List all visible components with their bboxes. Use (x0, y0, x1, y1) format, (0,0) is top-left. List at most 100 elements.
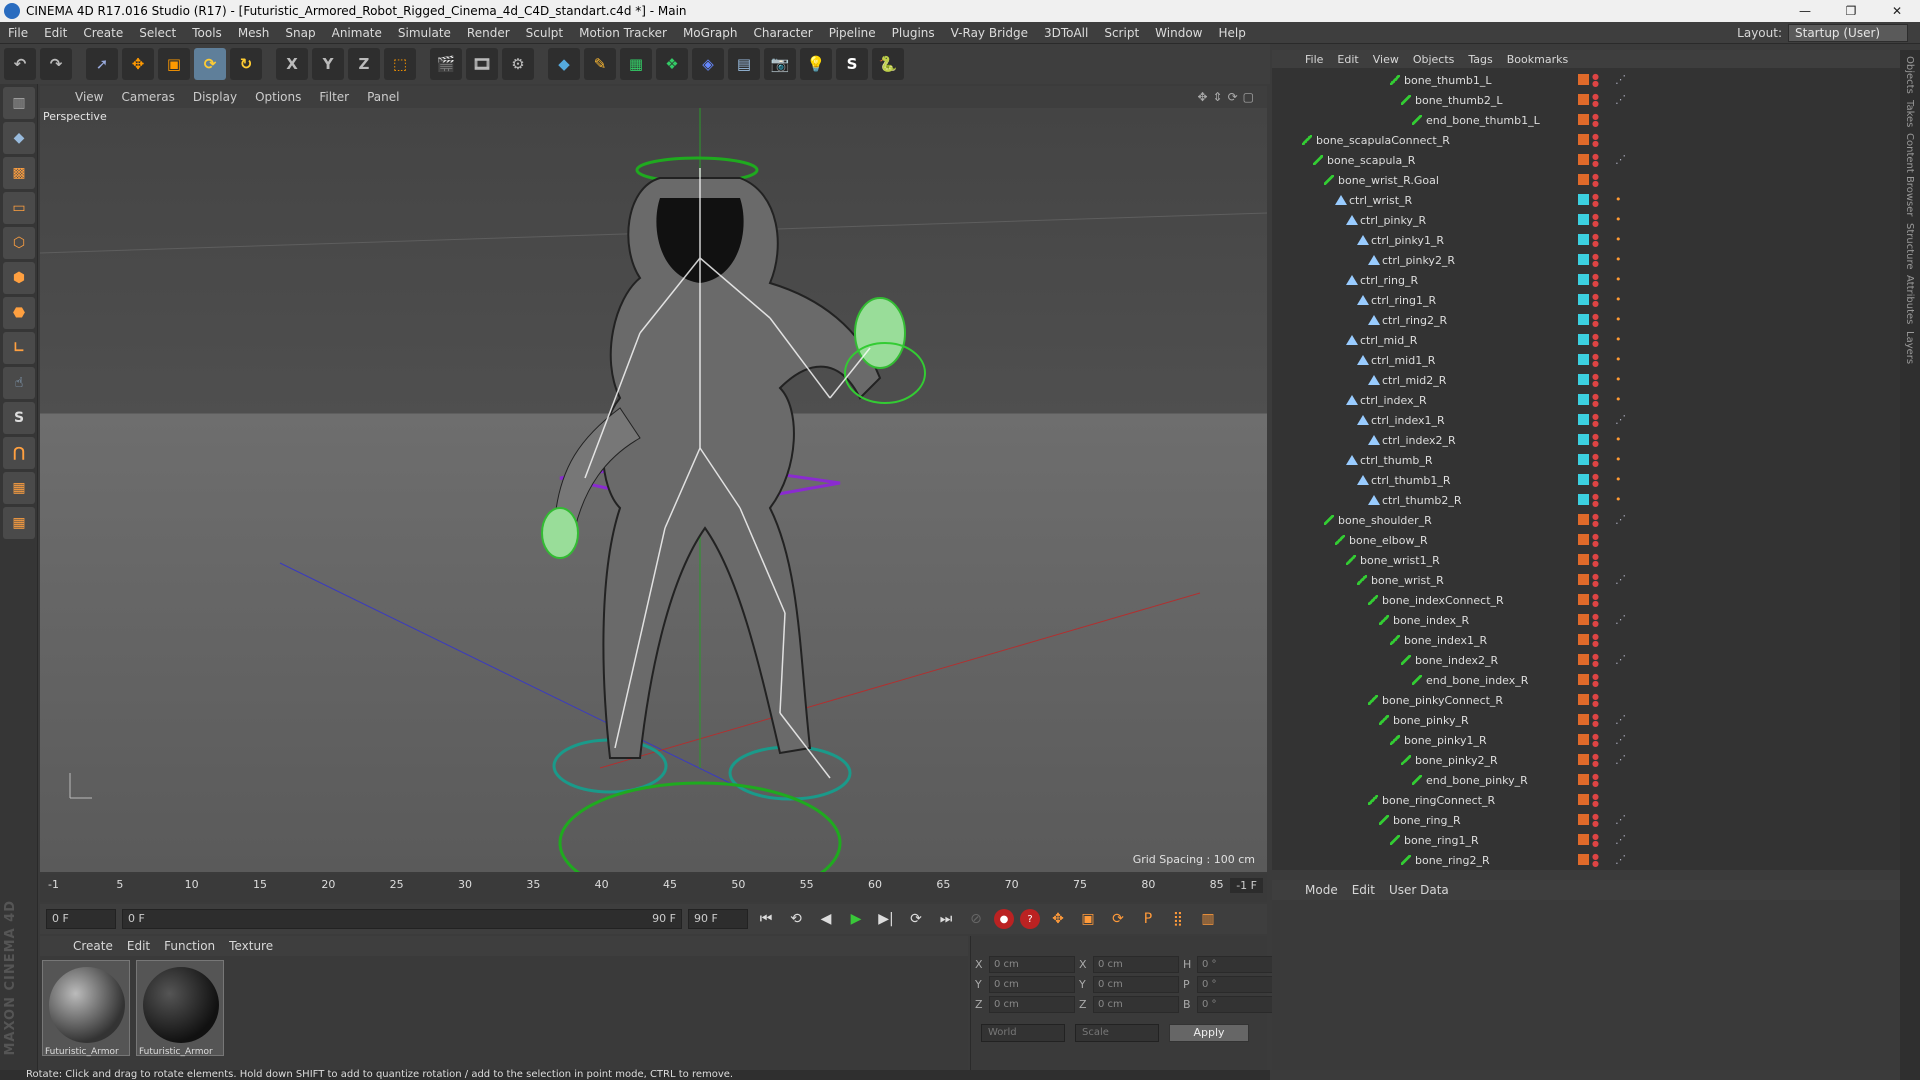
visibility-dots[interactable]: ● ● (1592, 433, 1599, 448)
layer-color-swatch[interactable] (1578, 754, 1589, 765)
object-row[interactable]: bone_scapula_R ● ● ⋰ (1272, 150, 1892, 170)
ik-tag-icon[interactable]: ⋰ (1615, 573, 1626, 586)
visibility-dots[interactable]: ● ● (1592, 573, 1599, 588)
tab-objects[interactable]: Objects (1904, 56, 1915, 94)
ik-tag-icon[interactable]: ⋰ (1615, 813, 1626, 826)
visibility-dots[interactable]: ● ● (1592, 193, 1599, 208)
layer-color-swatch[interactable] (1578, 574, 1589, 585)
constraint-tag-icon[interactable]: • (1615, 293, 1622, 306)
visibility-dots[interactable]: ● ● (1592, 213, 1599, 228)
texture-mode-icon[interactable]: ▩ (3, 157, 35, 189)
attribute-menu-mode[interactable]: Mode (1298, 883, 1345, 897)
object-row[interactable]: ctrl_ring2_R ● ● • (1272, 310, 1892, 330)
layer-color-swatch[interactable] (1578, 814, 1589, 825)
object-row[interactable]: bone_pinky1_R ● ● ⋰ (1272, 730, 1892, 750)
move-icon[interactable]: ✥ (122, 48, 154, 80)
current-frame-field[interactable]: -1 F (1230, 878, 1263, 893)
visibility-dots[interactable]: ● ● (1592, 373, 1599, 388)
object-row[interactable]: bone_ring_R ● ● ⋰ (1272, 810, 1892, 830)
key-rotation-icon[interactable]: ⟳ (1106, 907, 1130, 931)
floor-scene-icon[interactable]: ▤ (728, 48, 760, 80)
select-arrow-icon[interactable]: ➚ (86, 48, 118, 80)
ik-tag-icon[interactable]: ⋰ (1615, 753, 1626, 766)
render-settings-icon[interactable]: ⚙ (502, 48, 534, 80)
minimize-button[interactable]: — (1782, 0, 1828, 22)
perspective-scene[interactable]: Perspective Grid Spacing : 100 cm (40, 108, 1267, 872)
object-row[interactable]: ctrl_pinky2_R ● ● • (1272, 250, 1892, 270)
object-menu-view[interactable]: View (1366, 53, 1406, 66)
layer-color-swatch[interactable] (1578, 414, 1589, 425)
axis-mode-icon[interactable]: ∟ (3, 332, 35, 364)
rotation-value-field[interactable]: 0 ° (1197, 956, 1283, 973)
layer-color-swatch[interactable] (1578, 454, 1589, 465)
layer-color-swatch[interactable] (1578, 174, 1589, 185)
menu-edit[interactable]: Edit (36, 26, 75, 40)
object-row[interactable]: bone_index_R ● ● ⋰ (1272, 610, 1892, 630)
coordinate-system-icon[interactable]: ⬚ (384, 48, 416, 80)
material-menu-texture[interactable]: Texture (222, 939, 280, 953)
ik-tag-icon[interactable]: ⋰ (1615, 713, 1626, 726)
play-forwards-icon[interactable]: ▶ (844, 907, 868, 931)
menu-file[interactable]: File (0, 26, 36, 40)
points-mode-icon[interactable]: ⬡ (3, 227, 35, 259)
visibility-dots[interactable]: ● ● (1592, 313, 1599, 328)
ik-tag-icon[interactable]: ⋰ (1615, 853, 1626, 866)
menu-pipeline[interactable]: Pipeline (821, 26, 884, 40)
visibility-dots[interactable]: ● ● (1592, 333, 1599, 348)
visibility-dots[interactable]: ● ● (1592, 713, 1599, 728)
visibility-dots[interactable]: ● ● (1592, 553, 1599, 568)
menu-sculpt[interactable]: Sculpt (518, 26, 571, 40)
ik-tag-icon[interactable]: ⋰ (1615, 733, 1626, 746)
object-tree[interactable]: bone_thumb1_L ● ● ⋰ bone_thumb2_L ● ● ⋰ end_bo… (1272, 70, 1892, 870)
menu-mograph[interactable]: MoGraph (675, 26, 746, 40)
y-axis-lock-icon[interactable]: Y (312, 48, 344, 80)
layer-color-swatch[interactable] (1578, 374, 1589, 385)
z-axis-lock-icon[interactable]: Z (348, 48, 380, 80)
material-swatch[interactable]: Futuristic_Armor (42, 960, 130, 1057)
edges-mode-icon[interactable]: ⬢ (3, 262, 35, 294)
menu-snap[interactable]: Snap (277, 26, 323, 40)
visibility-dots[interactable]: ● ● (1592, 753, 1599, 768)
layer-color-swatch[interactable] (1578, 294, 1589, 305)
ik-tag-icon[interactable]: ⋰ (1615, 513, 1626, 526)
menu-simulate[interactable]: Simulate (390, 26, 459, 40)
attribute-menu-user-data[interactable]: User Data (1382, 883, 1456, 897)
rotation-value-field[interactable]: 0 ° (1197, 996, 1283, 1013)
layer-color-swatch[interactable] (1578, 154, 1589, 165)
object-row[interactable]: bone_wrist_R ● ● ⋰ (1272, 570, 1892, 590)
ik-tag-icon[interactable]: ⋰ (1615, 653, 1626, 666)
constraint-tag-icon[interactable]: • (1615, 373, 1622, 386)
visibility-dots[interactable]: ● ● (1592, 513, 1599, 528)
material-menu-function[interactable]: Function (157, 939, 222, 953)
layer-color-swatch[interactable] (1578, 94, 1589, 105)
key-parameter-icon[interactable]: P (1136, 907, 1160, 931)
keyframe-selection-icon[interactable]: ? (1020, 909, 1040, 929)
object-row[interactable]: ctrl_pinky1_R ● ● • (1272, 230, 1892, 250)
menu-plugins[interactable]: Plugins (884, 26, 943, 40)
cloner-icon[interactable]: ❖ (656, 48, 688, 80)
render-picture-viewer-icon[interactable]: 🎞 (466, 48, 498, 80)
menu-create[interactable]: Create (75, 26, 131, 40)
layer-color-swatch[interactable] (1578, 394, 1589, 405)
object-row[interactable]: bone_wrist1_R ● ● (1272, 550, 1892, 570)
layer-color-swatch[interactable] (1578, 734, 1589, 745)
visibility-dots[interactable]: ● ● (1592, 273, 1599, 288)
size-value-field[interactable]: 0 cm (1093, 956, 1179, 973)
apply-button[interactable]: Apply (1169, 1024, 1249, 1042)
menu-motion-tracker[interactable]: Motion Tracker (571, 26, 675, 40)
menu-v-ray-bridge[interactable]: V-Ray Bridge (943, 26, 1036, 40)
object-row[interactable]: bone_pinkyConnect_R ● ● (1272, 690, 1892, 710)
visibility-dots[interactable]: ● ● (1592, 93, 1599, 108)
material-menu-edit[interactable]: Edit (120, 939, 157, 953)
layer-color-swatch[interactable] (1578, 674, 1589, 685)
magnet-icon[interactable]: ⋂ (3, 437, 35, 469)
object-row[interactable]: bone_pinky_R ● ● ⋰ (1272, 710, 1892, 730)
autokey-icon[interactable]: ● (994, 909, 1014, 929)
spline-pen-icon[interactable]: ✎ (584, 48, 616, 80)
constraint-tag-icon[interactable]: • (1615, 493, 1622, 506)
layer-color-swatch[interactable] (1578, 774, 1589, 785)
rotate-icon[interactable]: ⟳ (194, 48, 226, 80)
workplane-lock-icon[interactable]: ▦ (3, 472, 35, 504)
position-value-field[interactable]: 0 cm (989, 976, 1075, 993)
object-row[interactable]: bone_indexConnect_R ● ● (1272, 590, 1892, 610)
